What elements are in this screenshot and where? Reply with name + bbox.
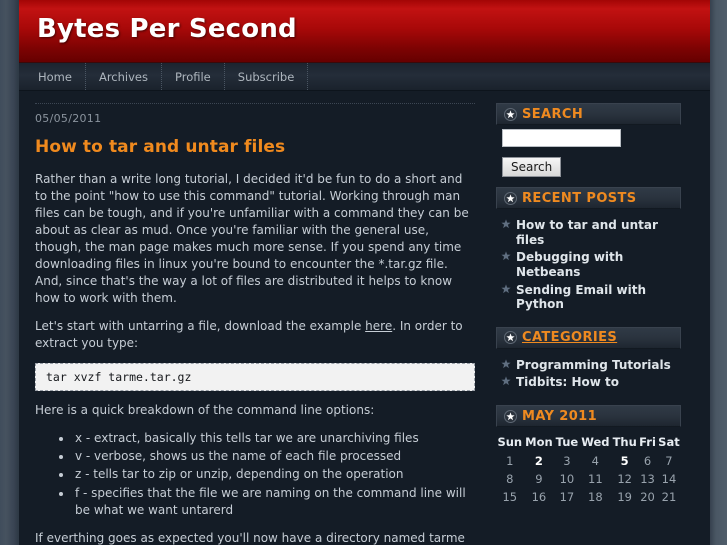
calendar-day: 17 [559,490,575,504]
site-header: Bytes Per Second [19,0,710,63]
command-option-item: v - verbose, shows us the name of each f… [73,448,475,465]
main-content: 05/05/2011 How to tar and untar files Ra… [19,91,491,545]
widget-search-title: SEARCH [522,106,584,122]
calendar-day: 15 [502,490,518,504]
calendar-day: 8 [506,472,514,486]
nav-item-profile[interactable]: Profile [162,63,225,90]
calendar-week-row: 123 4567 [496,452,681,470]
calendar-day: 21 [661,490,677,504]
calendar-week-row: 8 9 10 11 12 13 14 [496,470,681,488]
calendar-day: 10 [559,472,575,486]
star-bullet-icon [501,359,511,368]
recent-post-item-label: Sending Email with Python [516,282,647,312]
widget-categories: CATEGORIES Programming Tutorials Tidbits:… [496,326,681,395]
widget-calendar: MAY 2011 Sun Mon Tue Wed Thu Fri Sat 123456789… [496,405,681,506]
recent-post-item[interactable]: Sending Email with Python [500,283,677,312]
star-bullet-icon [501,219,511,229]
calendar-weekday: Mon [525,435,553,449]
post-title: How to tar and untar files [35,136,286,157]
calendar-day: 14 [661,472,677,486]
recent-post-item-label: How to tar and untar files [516,218,658,247]
nav-item-archives[interactable]: Archives [86,63,162,90]
example-download-link[interactable]: here [365,319,392,333]
post-paragraph-extract: Let's start with untarring a file, downl… [35,318,475,352]
nav-item-home[interactable]: Home [25,63,86,90]
recent-post-item-label: Debugging with Netbeans [516,250,624,279]
star-circle-icon [504,331,517,345]
calendar-day: 1 [506,454,514,468]
star-bullet-icon [501,251,511,261]
post-paragraph-breakdown: Here is a quick breakdown of the command… [35,403,375,418]
widget-recent-posts: RECENT POSTS How to tar and untar files D… [496,187,681,317]
calendar-weekday-row: Sun Mon Tue Wed Thu Fri Sat [496,434,681,452]
widget-recent-posts-header: RECENT POSTS [496,187,681,209]
widget-search-body: Search [496,125,681,177]
post-extract-text-pre: Let's start with untarring a file, downl… [35,318,366,333]
widget-recent-posts-title: RECENT POSTS [522,190,637,206]
category-item[interactable]: Tidbits: How to [500,375,677,390]
calendar-weekday: Thu [612,435,637,449]
calendar-day: 13 [640,472,655,486]
recent-post-item[interactable]: How to tar and untar files [500,218,677,247]
command-option-item: z - tells tar to zip or unzip, depending… [73,466,475,483]
calendar-weekday: Fri [639,435,656,449]
widget-categories-header[interactable]: CATEGORIES [496,326,681,349]
sidebar: SEARCH Search RECENT POSTS How to tar an… [491,91,691,516]
calendar-day: 7 [665,454,673,468]
star-circle-icon [504,191,517,205]
recent-posts-list: How to tar and untar files Debugging with… [500,218,677,312]
widget-categories-body: Programming Tutorials Tidbits: How to [496,349,681,395]
nav-item-subscribe[interactable]: Subscribe [225,63,309,90]
star-circle-icon [504,107,517,121]
calendar-week-row: 15 16 17 18 19 20 21 [496,488,681,506]
widget-categories-title[interactable]: CATEGORIES [522,330,617,345]
calendar-weekday: Wed [581,435,610,449]
command-option-item: f - specifies that the file we are namin… [73,485,475,519]
calendar-day: 3 [563,454,571,468]
calendar-day-with-post[interactable]: 5 [611,452,638,470]
calendar-day: 6 [643,454,652,468]
calendar-day-with-post[interactable]: 2 [524,452,555,470]
widget-recent-posts-body: How to tar and untar files Debugging with… [496,209,681,317]
code-block-untar: tar xvzf tarme.tar.gz [35,363,475,392]
widget-search-header: SEARCH [496,103,681,125]
calendar-body: 1 2 3 4 5 6 7 8 9 10 11 12 13 14 15 16 17 18 19 20 21 [496,452,681,506]
post-divider [35,103,475,104]
calendar-weekday: Tue [555,435,579,449]
category-item-label: Tidbits: How to [516,375,619,390]
post-paragraph-intro: Rather than a write long tutorial, I dec… [35,171,469,305]
star-bullet-icon [501,376,511,386]
widget-calendar-header: MAY 2011 [496,405,681,427]
search-button[interactable]: Search [502,157,562,177]
categories-list: Programming Tutorials Tidbits: How to [500,358,677,390]
calendar-day: 4 [591,454,599,468]
calendar-day: 11 [588,472,603,486]
calendar-weekday: Sun [497,435,523,449]
category-item-label: Programming Tutorials [516,357,671,372]
recent-post-item[interactable]: Debugging with Netbeans [500,250,677,279]
command-options-list: x - extract, basically this tells tar we… [35,430,475,518]
site-title: Bytes Per Second [37,14,297,44]
calendar-day: 18 [588,490,603,504]
command-option-item: x - extract, basically this tells tar we… [73,430,475,447]
calendar-day: 16 [531,490,547,504]
calendar-day: 19 [617,490,632,504]
page-container: Bytes Per Second Home Archives Profile Subs… [19,0,710,545]
page-columns: 05/05/2011 How to tar and untar files Ra… [19,91,710,545]
star-circle-icon [504,409,517,423]
search-input[interactable] [502,129,621,147]
widget-search: SEARCH Search [496,103,681,177]
calendar-day: 20 [640,490,655,504]
category-item[interactable]: Programming Tutorials [500,358,677,373]
star-bullet-icon [501,283,511,293]
calendar-table: Sun Mon Tue Wed Thu Fri Sat 1 2 3 4 5 6 7 8 9 10 11 12 13 1… [496,434,681,506]
post-paragraph-result: If everthing goes as expected you'll now… [35,530,465,545]
post-date: 05/05/2011 [35,112,102,125]
main-navigation: Home Archives Profile Subscribe [19,63,710,91]
calendar-day: 9 [535,472,543,486]
calendar-weekday: Sat [658,435,680,449]
calendar-day: 12 [617,472,632,486]
widget-calendar-title: MAY 2011 [522,408,598,424]
